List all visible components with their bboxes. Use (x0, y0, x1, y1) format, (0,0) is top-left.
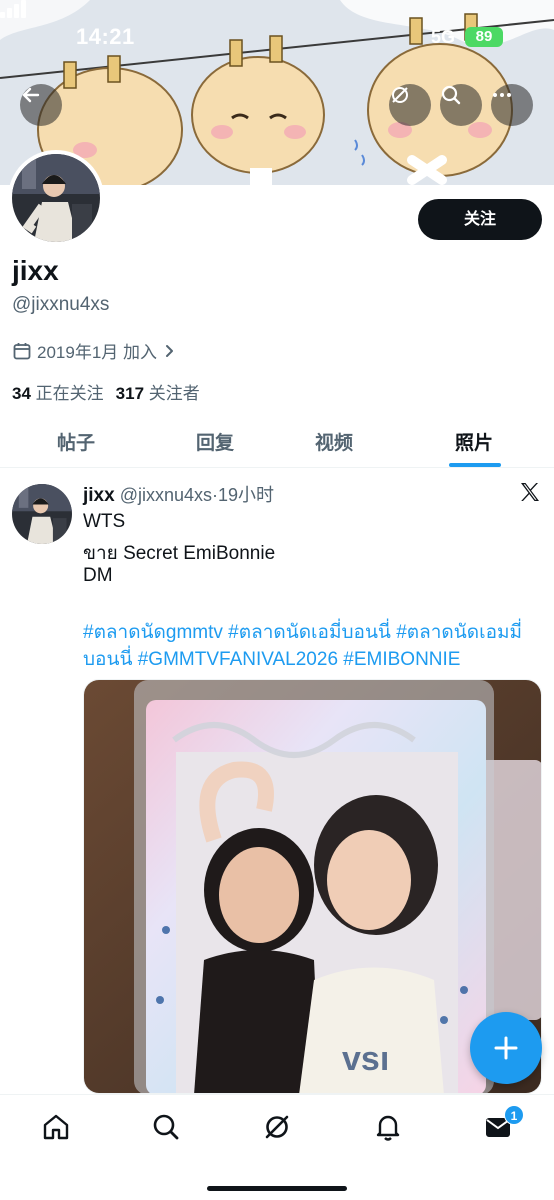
more-button[interactable] (491, 84, 533, 126)
followers-stat[interactable]: 317 关注者 (116, 384, 200, 403)
nav-grok[interactable] (259, 1109, 295, 1145)
tweet-text-line: WTS (83, 511, 126, 532)
active-tab-indicator (449, 463, 501, 467)
grok-icon (265, 1115, 289, 1139)
tweet-author-avatar[interactable] (12, 484, 72, 544)
grok-icon (392, 87, 408, 103)
bottom-nav: 1 (0, 1094, 554, 1200)
tab-replies[interactable]: 回复 (196, 428, 234, 455)
calendar-icon (13, 342, 31, 359)
nav-home[interactable] (38, 1109, 74, 1145)
battery-indicator: 89 (465, 27, 503, 47)
svg-text:vsı: vsı (342, 1040, 389, 1078)
tweet-header: jixx @jixxnu4xs·19小时 (83, 481, 274, 507)
tweet-time[interactable]: 19小时 (218, 485, 274, 505)
tweet-author-name[interactable]: jixx (83, 485, 115, 506)
status-bar: 14:21 5G 89 (0, 0, 554, 70)
x-logo-icon (521, 483, 539, 501)
notifications-icon (376, 1115, 400, 1141)
follow-stats: 34 正在关注 317 关注者 (12, 379, 200, 404)
tab-photos[interactable]: 照片 (455, 428, 493, 455)
search-button[interactable] (440, 84, 482, 126)
following-count: 34 (12, 384, 31, 403)
plus-icon (494, 1036, 518, 1060)
tweet-text-line: DM (83, 565, 113, 586)
following-label: 正在关注 (35, 384, 104, 403)
network-type: 5G (431, 27, 456, 47)
follow-button[interactable]: 关注 (418, 199, 542, 240)
search-icon (153, 1114, 179, 1140)
joined-date: 2019年1月 加入 (37, 343, 157, 362)
back-arrow-icon (22, 87, 40, 103)
profile-handle: @jixxnu4xs (12, 294, 110, 315)
avatar (12, 154, 100, 242)
back-button[interactable] (20, 84, 62, 126)
joined-date-row[interactable]: 2019年1月 加入 (12, 338, 176, 363)
tweet-text-line: ขาย Secret EmiBonnie (83, 543, 276, 564)
profile-display-name: jixx (12, 255, 59, 286)
tab-posts[interactable]: 帖子 (57, 428, 95, 455)
signal-icon (0, 0, 26, 18)
following-stat[interactable]: 34 正在关注 (12, 384, 104, 403)
search-icon (441, 85, 461, 105)
home-icon (43, 1114, 69, 1140)
chevron-right-icon (166, 344, 173, 357)
messages-badge: 1 (504, 1105, 524, 1125)
nav-notifications[interactable] (370, 1109, 406, 1145)
tab-videos[interactable]: 视频 (315, 428, 353, 455)
home-indicator (207, 1186, 347, 1191)
more-icon (493, 93, 511, 97)
tweet-hashtags[interactable]: #ตลาดนัดgmmtv #ตลาดนัดเอมี่บอนนี่ #ตลาดน… (83, 619, 543, 673)
tweet-author-handle[interactable]: @jixxnu4xs (120, 485, 212, 505)
compose-button[interactable] (470, 1012, 542, 1084)
profile-banner[interactable]: 14:21 5G 89 (0, 0, 554, 185)
profile-avatar[interactable] (8, 150, 104, 246)
followers-label: 关注者 (148, 384, 200, 403)
grok-button[interactable] (389, 84, 431, 126)
followers-count: 317 (115, 384, 145, 403)
nav-search[interactable] (148, 1109, 184, 1145)
profile-tabs: 帖子 回复 视频 照片 (0, 418, 554, 468)
status-time: 14:21 (76, 24, 135, 49)
